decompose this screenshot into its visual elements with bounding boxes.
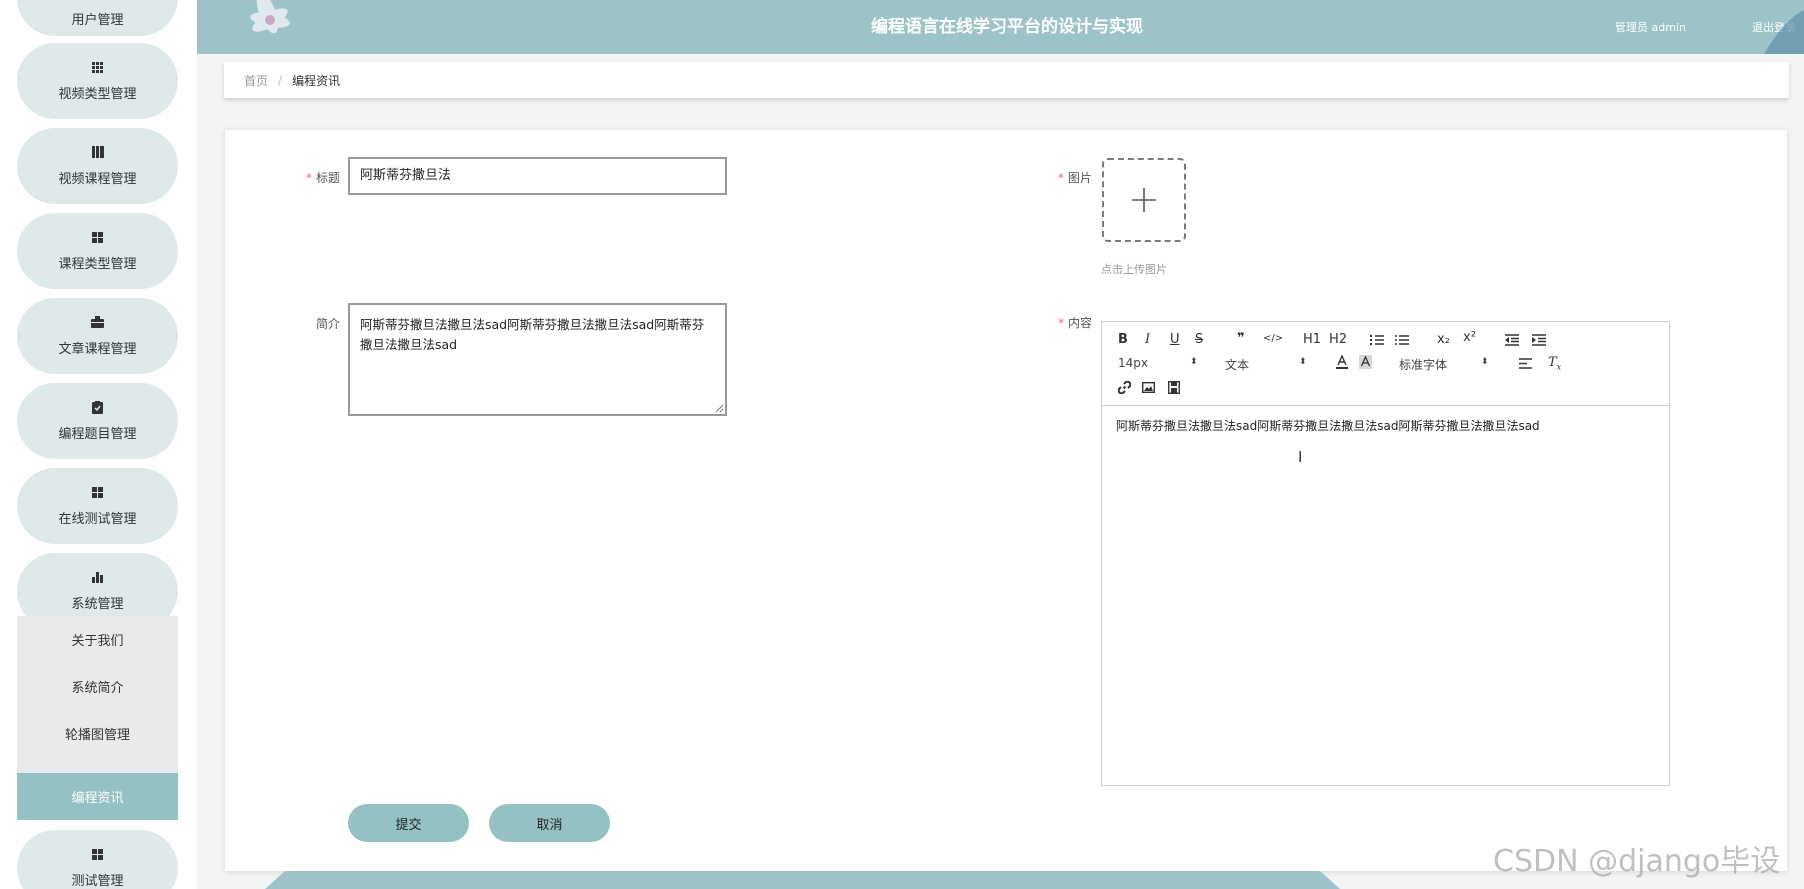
- intro-text: 阿斯蒂芬撒旦法撒旦法sad阿斯蒂芬撒旦法撒旦法sad阿斯蒂芬撒旦法撒旦法sad: [360, 317, 705, 352]
- subscript-button[interactable]: x₂: [1437, 332, 1450, 347]
- sidebar-item-label: 用户管理: [71, 12, 124, 28]
- text-cursor-icon: I: [1298, 448, 1303, 466]
- underline-button[interactable]: U: [1170, 332, 1180, 347]
- grid-icon: [91, 60, 105, 74]
- h1-button[interactable]: H1: [1303, 332, 1321, 347]
- intro-label: 简介: [290, 315, 340, 332]
- top-header: 编程语言在线学习平台的设计与实现 管理员 admin 退出登录: [197, 0, 1804, 54]
- submenu-item-carousel[interactable]: 轮播图管理: [17, 710, 178, 757]
- strike-button[interactable]: S: [1195, 332, 1203, 347]
- editor-content[interactable]: 阿斯蒂芬撒旦法撒旦法sad阿斯蒂芬撒旦法撒旦法sad阿斯蒂芬撒旦法撒旦法sad: [1116, 417, 1540, 434]
- bottom-decoration: [265, 871, 1340, 889]
- content-label: * 内容: [1040, 314, 1092, 331]
- sidebar-item-label: 文章课程管理: [58, 342, 137, 357]
- submenu-label: 关于我们: [71, 634, 124, 649]
- submenu-item-intro[interactable]: 系统简介: [17, 663, 178, 710]
- sidebar-item-article-course[interactable]: 文章课程管理: [17, 298, 178, 374]
- sidebar-item-video-type[interactable]: 视频类型管理: [17, 43, 178, 119]
- sidebar-item-label: 在线测试管理: [58, 512, 137, 527]
- ordered-list-icon[interactable]: [1370, 334, 1384, 346]
- chevron-updown-icon: ⬍: [1299, 357, 1307, 367]
- cancel-button[interactable]: 取消: [489, 804, 610, 842]
- content-label-text: 内容: [1067, 316, 1092, 330]
- submenu-item-about[interactable]: 关于我们: [17, 616, 178, 663]
- submenu-label: 轮播图管理: [64, 728, 130, 743]
- editor-toolbar: B I U S ❞ </> H1 H2 x₂ x² 14px ⬍ 文本 ⬍ 标准…: [1102, 322, 1669, 406]
- breadcrumb-separator: /: [278, 73, 283, 87]
- rich-text-editor: B I U S ❞ </> H1 H2 x₂ x² 14px ⬍ 文本 ⬍ 标准…: [1101, 321, 1670, 786]
- indent-icon[interactable]: [1532, 334, 1546, 346]
- bullet-list-icon[interactable]: [1395, 334, 1409, 346]
- breadcrumb-home[interactable]: 首页: [244, 72, 268, 89]
- required-mark: *: [305, 171, 312, 185]
- book-icon: [91, 145, 105, 159]
- sidebar-item-label: 课程类型管理: [58, 257, 137, 272]
- code-block-button[interactable]: </>: [1263, 333, 1283, 344]
- grid-icon: [91, 485, 105, 499]
- watermark: CSDN @django毕设: [1493, 844, 1781, 879]
- title-label-text: 标题: [315, 171, 340, 185]
- title-label: * 标题: [290, 169, 340, 186]
- superscript-button[interactable]: x²: [1463, 330, 1476, 345]
- intro-label-text: 简介: [315, 317, 340, 331]
- bold-button[interactable]: B: [1118, 332, 1128, 347]
- font-size-value: 14px: [1118, 356, 1148, 370]
- resize-grip-icon[interactable]: [715, 404, 724, 413]
- required-mark: *: [1057, 171, 1064, 185]
- sidebar-item-user-manage[interactable]: 用户管理: [17, 0, 178, 36]
- sidebar-item-label: 系统管理: [71, 597, 124, 612]
- current-user: 管理员 admin: [1615, 21, 1686, 34]
- header-select[interactable]: 文本 ⬍: [1225, 356, 1307, 373]
- submenu-label: 系统简介: [71, 681, 124, 696]
- chevron-updown-icon: ⬍: [1481, 357, 1489, 367]
- upload-tip: 点击上传图片: [1101, 263, 1167, 276]
- leaf-decoration-icon: [1764, 10, 1804, 54]
- title-input[interactable]: 阿斯蒂芬撒旦法: [348, 157, 727, 195]
- link-icon[interactable]: [1118, 381, 1131, 394]
- sidebar: 用户管理 视频类型管理 视频课程管理 课程类型管理 文章课程管理 编程题目管理: [0, 0, 197, 889]
- h2-button[interactable]: H2: [1329, 332, 1347, 347]
- submenu-item-news[interactable]: 编程资讯: [17, 773, 178, 820]
- italic-button[interactable]: I: [1145, 332, 1150, 347]
- sidebar-item-label: 视频类型管理: [58, 87, 137, 102]
- required-mark: *: [1057, 316, 1064, 330]
- image-label-text: 图片: [1067, 171, 1092, 185]
- font-color-icon[interactable]: [1336, 355, 1348, 369]
- image-label: * 图片: [1040, 169, 1092, 186]
- clear-format-icon[interactable]: Tx: [1548, 355, 1561, 372]
- outdent-icon[interactable]: [1505, 334, 1519, 346]
- intro-textarea[interactable]: 阿斯蒂芬撒旦法撒旦法sad阿斯蒂芬撒旦法撒旦法sad阿斯蒂芬撒旦法撒旦法sad: [348, 303, 727, 416]
- grid-icon: [91, 847, 105, 861]
- submenu-label: 编程资讯: [71, 791, 124, 806]
- sidebar-item-label: 视频课程管理: [58, 172, 137, 187]
- grid-icon: [91, 230, 105, 244]
- font-family-select[interactable]: 标准字体 ⬍: [1399, 356, 1489, 373]
- sidebar-item-label: 测试管理: [71, 874, 124, 889]
- breadcrumb: 首页 / 编程资讯: [224, 62, 1789, 98]
- sidebar-item-video-course[interactable]: 视频课程管理: [17, 128, 178, 204]
- align-icon[interactable]: [1519, 358, 1532, 369]
- clipboard-icon: [91, 400, 105, 414]
- blockquote-button[interactable]: ❞: [1237, 331, 1245, 346]
- app-title: 编程语言在线学习平台的设计与实现: [871, 17, 1143, 37]
- system-submenu: 关于我们 系统简介 轮播图管理 编程资讯: [17, 616, 178, 820]
- sidebar-item-course-type[interactable]: 课程类型管理: [17, 213, 178, 289]
- header-select-value: 文本: [1225, 358, 1250, 372]
- font-size-select[interactable]: 14px ⬍: [1118, 356, 1198, 370]
- briefcase-icon: [91, 315, 105, 329]
- plus-icon: [1132, 188, 1156, 212]
- breadcrumb-current: 编程资讯: [292, 73, 341, 88]
- bar-chart-icon: [91, 570, 105, 584]
- video-insert-icon[interactable]: [1168, 381, 1180, 394]
- sidebar-item-test-manage[interactable]: 测试管理: [17, 830, 178, 889]
- background-color-icon[interactable]: [1359, 355, 1372, 369]
- chevron-updown-icon: ⬍: [1190, 357, 1198, 367]
- sidebar-item-label: 编程题目管理: [58, 427, 137, 442]
- submit-button[interactable]: 提交: [348, 804, 469, 842]
- image-insert-icon[interactable]: [1142, 382, 1155, 393]
- sidebar-item-programming-question[interactable]: 编程题目管理: [17, 383, 178, 459]
- font-family-value: 标准字体: [1399, 358, 1448, 372]
- sidebar-item-online-test[interactable]: 在线测试管理: [17, 468, 178, 544]
- image-upload-button[interactable]: [1102, 158, 1186, 242]
